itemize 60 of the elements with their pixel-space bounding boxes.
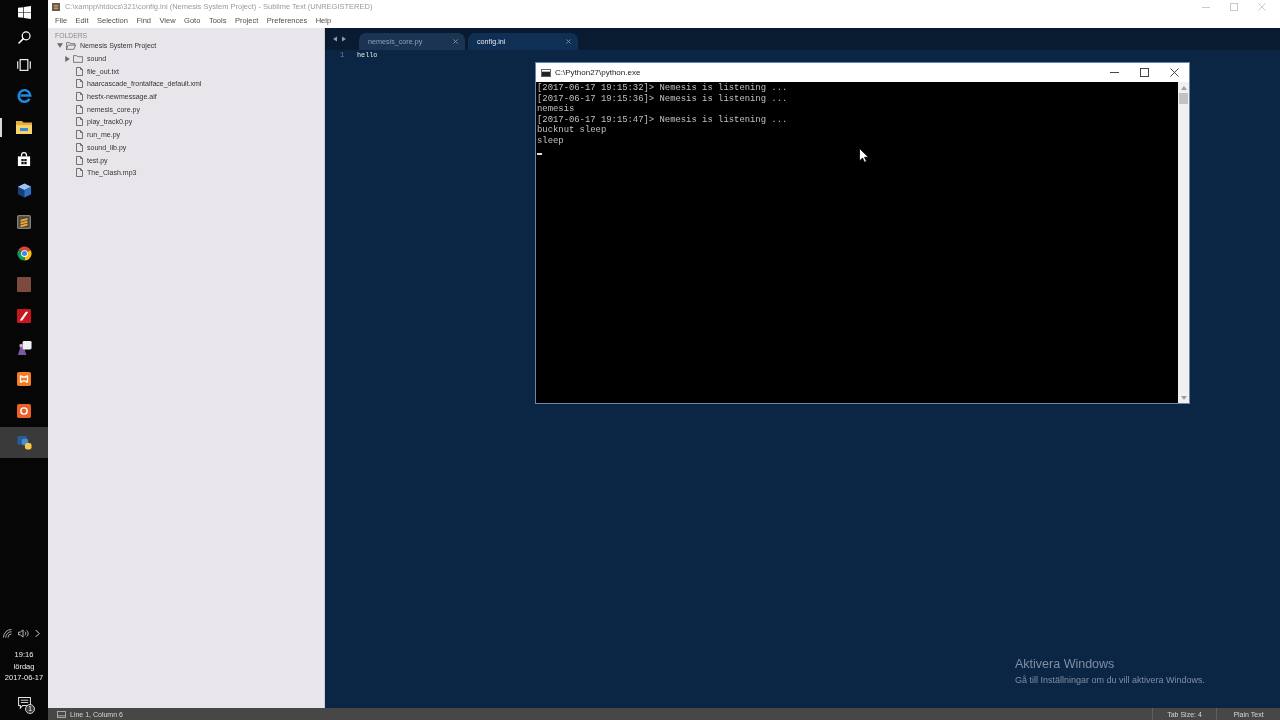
- activation-message: Gå till Inställningar om du vill aktivera Windows.: [1015, 674, 1206, 686]
- close-icon[interactable]: [566, 39, 571, 44]
- file-icon: [76, 117, 83, 127]
- file-icon: [76, 66, 83, 76]
- network-icon[interactable]: [3, 628, 12, 638]
- file-icon: [76, 168, 83, 178]
- panel-toggle-icon[interactable]: [57, 710, 66, 718]
- swirl-logo-icon: [16, 88, 32, 104]
- maximize-icon: [1230, 3, 1238, 11]
- console-line: bucknut sleep: [537, 125, 607, 136]
- close-icon: [1258, 3, 1266, 11]
- folder-icon: [73, 54, 83, 63]
- minimize-icon: [1202, 6, 1210, 8]
- console-line: nemesis: [537, 104, 575, 115]
- file-icon: [76, 142, 83, 152]
- segmented-circle-logo-icon: [16, 245, 32, 261]
- file-icon: [76, 79, 83, 89]
- triangle-down-icon[interactable]: [57, 43, 63, 49]
- curved-x-tile-icon: [17, 372, 31, 387]
- file-icon: [76, 155, 83, 165]
- activation-title: Aktivera Windows: [1015, 657, 1116, 672]
- photo-placeholder: [17, 277, 31, 293]
- cube-icon: [16, 182, 32, 198]
- file-icon: [76, 104, 83, 114]
- close-icon: [1169, 68, 1179, 77]
- running-indicator: [0, 117, 2, 137]
- scrollbar-thumb[interactable]: [1179, 93, 1188, 104]
- text-cursor: [537, 153, 542, 156]
- console-line: [2017-06-17 19:15:47]> Nemesis is listening ...: [537, 114, 788, 125]
- overlapping-shapes-icon: [16, 340, 32, 356]
- window-with-snakes-icon: [16, 434, 32, 450]
- triangle-right-icon[interactable]: [64, 55, 70, 62]
- striped-tile-icon: [17, 214, 31, 229]
- file-icon: [76, 130, 83, 140]
- mouse-pointer-icon: [859, 148, 869, 163]
- minimize-icon: [1109, 72, 1119, 73]
- ring-tile-icon: [17, 403, 31, 418]
- chevron-right-icon[interactable]: [35, 628, 40, 638]
- console-icon: [541, 68, 551, 77]
- search-icon: [17, 31, 31, 44]
- arrow-left-icon[interactable]: [333, 36, 337, 42]
- close-icon[interactable]: [453, 39, 458, 44]
- slash-tile-icon: [17, 309, 31, 324]
- folder-icon: [16, 120, 32, 135]
- console-line: [2017-06-17 19:15:32]> Nemesis is listening ...: [537, 83, 788, 94]
- console-line: sleep: [537, 135, 564, 147]
- stacked-windows-icon: [17, 59, 31, 71]
- app-icon: [52, 3, 60, 11]
- message-icon: [17, 696, 31, 709]
- shopping-bag-icon: [17, 151, 31, 166]
- four-panes-logo-icon: [17, 5, 31, 19]
- scrollbar[interactable]: [1178, 82, 1189, 403]
- console-title: C:\Python27\python.exe: [555, 66, 641, 79]
- file-icon: [76, 92, 83, 102]
- console-line: [2017-06-17 19:15:36]> Nemesis is listening ...: [537, 93, 788, 104]
- volume-icon[interactable]: [18, 628, 29, 638]
- maximize-icon: [1139, 68, 1149, 77]
- arrow-right-icon[interactable]: [342, 36, 346, 42]
- open-folder-icon: [66, 41, 76, 50]
- taskbar-button[interactable]: [0, 426, 48, 458]
